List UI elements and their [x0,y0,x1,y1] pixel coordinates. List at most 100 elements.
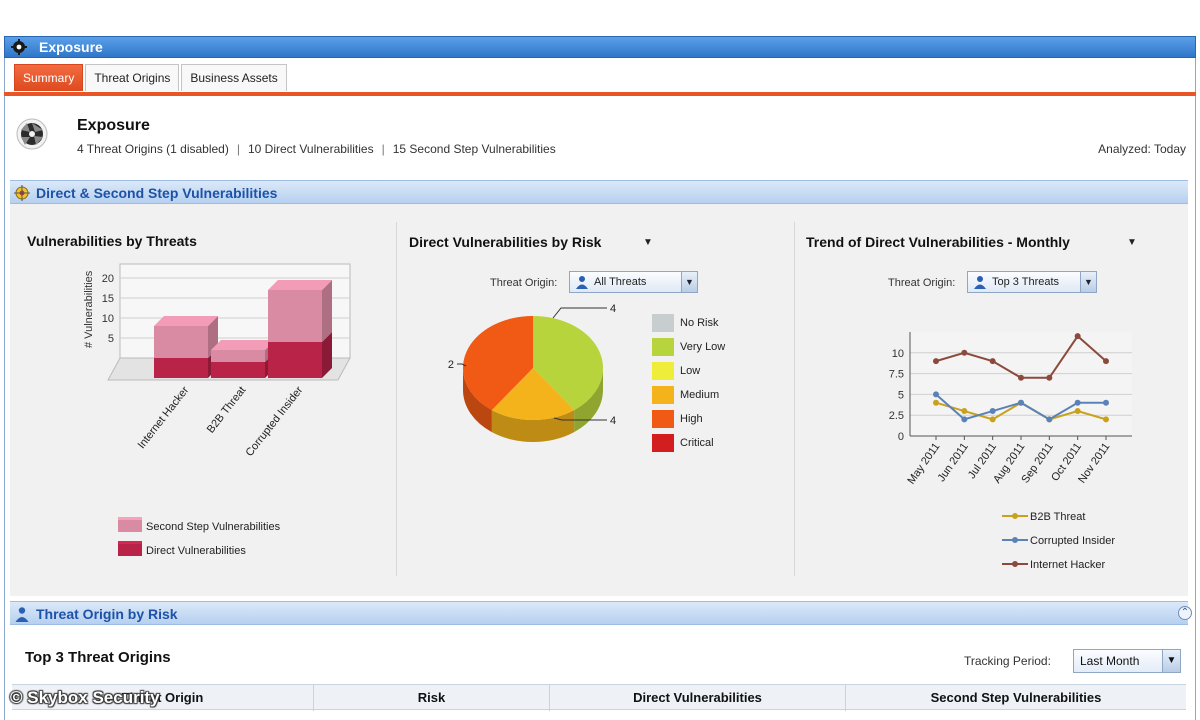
data-point [1103,416,1109,423]
section-header-vulnerabilities[interactable]: Direct & Second Step Vulnerabilities [10,180,1188,204]
legend-label: High [680,413,703,425]
chevron-down-icon[interactable]: ▼ [681,272,697,292]
data-label: 2 [448,359,454,371]
y-tick-label: 20 [102,273,114,285]
legend-swatch [652,434,674,452]
y-tick-label: 5 [108,333,114,345]
data-point [1074,333,1081,340]
target-icon [14,185,30,201]
divider [794,222,795,576]
table-row[interactable] [12,710,1186,720]
legend-marker [1012,537,1018,543]
y-tick-label: 2.5 [889,410,904,422]
legend-marker [1012,513,1018,519]
tracking-period-label: Tracking Period: [964,654,1051,668]
tab-underline [4,92,1196,96]
section-title: Direct & Second Step Vulnerabilities [36,185,278,201]
tracking-period-select[interactable]: Last Month ▼ [1073,649,1181,673]
data-point [989,408,996,415]
legend-label: Direct Vulnerabilities [146,545,246,557]
legend-swatch [118,520,142,532]
column-header-second-step-vulnerabilities[interactable]: Second Step Vulnerabilities [846,685,1186,711]
chart-title-vulnerabilities-by-threats: Vulnerabilities by Threats [27,233,197,249]
legend-swatch-top [118,541,142,544]
tab-business-assets[interactable]: Business Assets [181,64,287,91]
table-header: Threat Origin Risk Direct Vulnerabilitie… [12,684,1186,711]
bar-top [268,280,332,290]
bar-second-step [268,290,322,342]
bar-top [154,316,218,326]
legend-swatch [652,410,674,428]
person-icon [576,276,588,289]
chart-title-trend: Trend of Direct Vulnerabilities - Monthl… [806,234,1070,250]
tab-threat-origins[interactable]: Threat Origins [85,64,180,91]
chart-menu-dropdown[interactable]: ▼ [1127,237,1137,248]
y-tick-label: 7.5 [889,369,904,381]
data-point [989,416,996,423]
y-tick-label: 10 [892,348,904,360]
section-title: Threat Origin by Risk [36,606,178,622]
bar-second-step [211,350,265,362]
divider [396,222,397,576]
legend-swatch [652,386,674,404]
data-point [933,399,939,406]
y-tick-label: 10 [102,313,114,325]
data-point [1018,374,1024,381]
data-point [933,358,939,365]
second-step-vulnerabilities-count: 15 Second Step Vulnerabilities [392,142,556,156]
data-point [1046,416,1053,423]
legend-swatch [652,362,674,380]
person-icon [15,607,29,622]
tab-summary[interactable]: Summary [14,64,84,91]
legend-label: Very Low [680,341,726,353]
chevron-down-icon[interactable]: ▼ [1080,272,1096,292]
legend-swatch [118,544,142,556]
legend-label: Corrupted Insider [1030,535,1115,547]
data-point [989,358,996,365]
top-threat-origins-title: Top 3 Threat Origins [25,649,171,666]
data-point [1046,374,1053,381]
data-label: 4 [610,303,616,315]
legend-label: Critical [680,437,714,449]
legend-label: Medium [680,389,720,401]
chart-menu-dropdown[interactable]: ▼ [643,237,653,248]
leader-line [552,307,607,319]
legend-swatch [652,314,674,332]
legend-label: Second Step Vulnerabilities [146,521,281,533]
trend-threat-origin-value: Top 3 Threats [992,276,1060,288]
x-tick-label: Corrupted Insider [244,384,306,459]
page-title: Exposure [77,117,150,134]
window-titlebar: Exposure [4,36,1196,58]
bar-second-step [154,326,208,358]
legend-marker [1012,561,1018,567]
threat-origin-label: Threat Origin: [490,277,558,289]
threat-origin-value: All Threats [594,276,647,288]
threat-origins-count: 4 Threat Origins (1 disabled) [77,142,229,156]
legend-label: Internet Hacker [1030,559,1106,571]
data-point [1103,358,1109,365]
section-header-threat-origin-by-risk[interactable]: Threat Origin by Risk ⌃ [10,601,1192,625]
data-label: 4 [610,415,616,427]
trend-threat-origin-select[interactable]: Top 3 Threats ▼ [967,271,1097,293]
y-tick-label: 0 [898,431,904,443]
data-point [1074,408,1081,415]
chart-title-direct-by-risk: Direct Vulnerabilities by Risk [409,234,602,250]
data-point [961,416,968,423]
data-point [961,349,968,356]
collapse-icon[interactable]: ⌃ [1178,606,1192,620]
column-header-direct-vulnerabilities[interactable]: Direct Vulnerabilities [550,685,846,711]
bar-direct [154,358,208,378]
data-point [1074,399,1081,406]
x-tick-label: B2B Threat [205,384,249,435]
chevron-down-icon[interactable]: ▼ [1162,650,1180,672]
threat-origin-label: Threat Origin: [888,277,956,289]
plot-area [910,332,1132,436]
x-tick-label: May 2011 [905,441,942,487]
legend-label: B2B Threat [1030,511,1085,523]
legend-label: Low [680,365,701,377]
y-axis-label: # Vulnerabilities [83,270,95,348]
column-header-risk[interactable]: Risk [314,685,550,711]
threat-origin-select[interactable]: All Threats ▼ [569,271,698,293]
data-point [1103,399,1109,406]
separator: | [381,142,385,156]
